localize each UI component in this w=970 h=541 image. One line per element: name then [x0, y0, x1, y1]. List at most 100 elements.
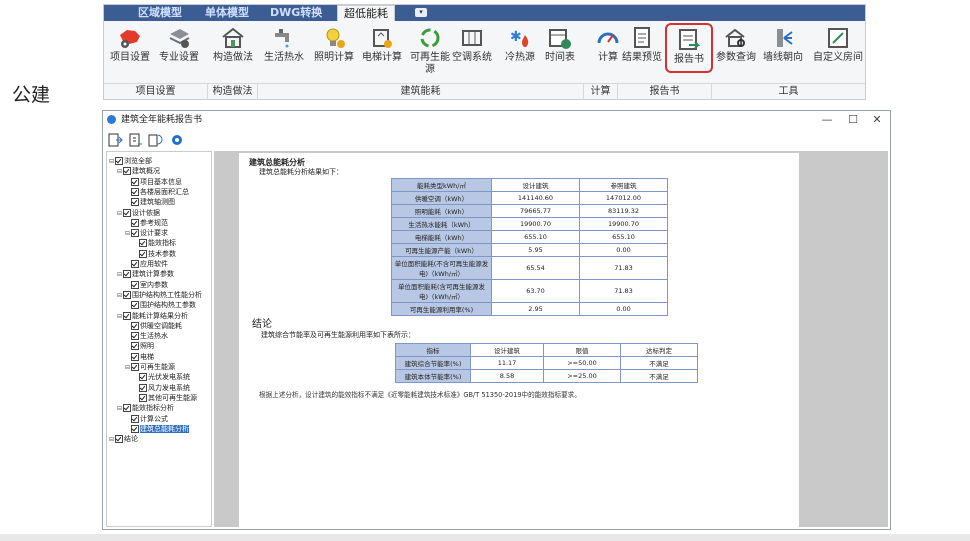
tree-item[interactable]: 风力发电系统 — [133, 383, 190, 393]
tree-item[interactable]: 能效指标 — [133, 238, 176, 248]
report-button[interactable]: 报告书 — [665, 23, 713, 73]
tree-checkbox[interactable] — [139, 373, 147, 382]
tree-item[interactable]: 供暖空调能耗 — [125, 321, 182, 331]
tree-item[interactable]: ⊟ 建筑计算参数 — [117, 269, 174, 279]
tree-checkbox[interactable] — [123, 290, 131, 299]
construction-button[interactable]: 构造做法 — [209, 23, 257, 73]
tree-item[interactable]: 围护结构热工参数 — [125, 300, 196, 310]
tree-checkbox[interactable] — [131, 414, 139, 423]
table-cell: 0.00 — [579, 243, 668, 257]
button-label: 报告书 — [674, 54, 704, 65]
custom-room-button[interactable]: 自定义房间 — [811, 23, 865, 73]
minimize-button[interactable]: — — [816, 111, 838, 129]
tree-item[interactable]: 照明 — [125, 341, 154, 351]
tree-item[interactable]: 室内参数 — [125, 280, 168, 290]
tree-checkbox[interactable] — [131, 342, 139, 351]
tree-checkbox[interactable] — [131, 424, 139, 433]
tab-dwg-convert[interactable]: DWG转换 — [264, 5, 328, 21]
tab-ultra-low-energy[interactable]: 超低能耗 — [337, 5, 395, 21]
ac-system-button[interactable]: 空调系统 — [448, 23, 496, 73]
tree-checkbox[interactable] — [139, 383, 147, 392]
tree-checkbox[interactable] — [139, 393, 147, 402]
renewable-energy-button[interactable]: 可再生能源 — [406, 23, 454, 75]
tree-checkbox[interactable] — [131, 218, 139, 227]
tree-checkbox[interactable] — [131, 229, 139, 238]
tree-item[interactable]: 建筑总能耗分析 — [125, 424, 189, 434]
tree-item[interactable]: 参考规范 — [125, 218, 168, 228]
refresh-report-icon[interactable] — [147, 132, 163, 148]
tree-checkbox[interactable] — [123, 404, 131, 413]
tree-item[interactable]: ⊟ 可再生能源 — [125, 362, 175, 372]
tree-item[interactable]: 项目基本信息 — [125, 177, 182, 187]
wall-direction-button[interactable]: 墙线朝向 — [759, 23, 807, 73]
tree-checkbox[interactable] — [131, 352, 139, 361]
project-settings-button[interactable]: 项目设置 — [106, 23, 154, 73]
tree-item[interactable]: ⊟ 能耗计算结果分析 — [117, 311, 188, 321]
tree-checkbox[interactable] — [115, 435, 123, 444]
tree-checkbox[interactable] — [131, 363, 139, 371]
ribbon-options-icon[interactable]: ▾ — [415, 8, 427, 17]
tree-item[interactable]: 技术参数 — [133, 249, 176, 259]
result-preview-button[interactable]: 结果预览 — [618, 23, 666, 73]
tree-checkbox[interactable] — [131, 321, 139, 330]
tree-item[interactable]: 应用软件 — [125, 259, 168, 269]
tree-item-label: 能效指标分析 — [132, 404, 174, 413]
preview-icon — [634, 27, 650, 48]
tree-checkbox[interactable] — [131, 260, 139, 268]
close-button[interactable]: ✕ — [866, 111, 888, 129]
tree-checkbox[interactable] — [131, 280, 139, 289]
tree-checkbox[interactable] — [131, 301, 139, 310]
tree-item[interactable]: 电梯 — [125, 352, 154, 362]
schedule-button[interactable]: 时间表 — [536, 23, 584, 73]
tree-item-label: 应用软件 — [140, 260, 168, 268]
button-label: 参数查询 — [716, 52, 756, 63]
tree-item-label: 设计要求 — [140, 229, 168, 238]
settings-gear-icon[interactable] — [169, 132, 185, 148]
elevator-button[interactable]: 电梯计算 — [358, 23, 406, 73]
tree-item[interactable]: 计算公式 — [125, 414, 168, 424]
tree-item[interactable]: 建筑轴测图 — [125, 197, 175, 207]
page-horizontal-scrollbar[interactable] — [0, 534, 970, 541]
app-icon — [107, 115, 116, 124]
tree-item[interactable]: ⊟ 设计依据 — [117, 208, 160, 218]
tree-item[interactable]: 光伏发电系统 — [133, 372, 190, 382]
tree-item[interactable]: ⊟ 设计要求 — [125, 228, 168, 238]
tree-item-label: 各楼层面积汇总 — [140, 187, 189, 196]
tree-checkbox[interactable] — [123, 208, 131, 217]
tree-item-label: 项目基本信息 — [140, 177, 182, 186]
tree-item-label: 室内参数 — [140, 280, 168, 289]
hot-water-button[interactable]: 生活热水 — [260, 23, 308, 73]
table-cell: 79665.77 — [491, 204, 580, 218]
window-titlebar: 建筑全年能耗报告书 — ☐ ✕ — [103, 111, 890, 129]
group-report: 报告书 — [618, 84, 712, 100]
tree-checkbox[interactable] — [139, 249, 147, 258]
tree-checkbox[interactable] — [123, 167, 131, 176]
specialty-settings-button[interactable]: 专业设置 — [155, 23, 203, 73]
parameter-query-button[interactable]: 参数查询 — [712, 23, 760, 73]
tree-item-label: 能效指标 — [148, 239, 176, 248]
tree-checkbox[interactable] — [131, 177, 139, 186]
tree-item[interactable]: 其他可再生能源 — [133, 393, 197, 403]
tree-item[interactable]: 生活热水 — [125, 331, 168, 341]
lighting-button[interactable]: 照明计算 — [310, 23, 358, 73]
export-word-icon[interactable] — [107, 132, 123, 148]
tree-checkbox[interactable] — [123, 270, 131, 279]
tree-checkbox[interactable] — [131, 332, 139, 341]
tree-checkbox[interactable] — [139, 239, 147, 248]
tree-item[interactable]: ⊟ 浏览全部 — [109, 156, 152, 166]
tree-checkbox[interactable] — [123, 311, 131, 320]
tree-checkbox[interactable] — [131, 187, 139, 196]
elevator-icon — [373, 29, 392, 48]
tab-area-model[interactable]: 区域模型 — [132, 5, 188, 21]
tree-checkbox[interactable] — [131, 198, 139, 207]
tab-single-model[interactable]: 单体模型 — [199, 5, 255, 21]
tree-item[interactable]: 各楼层面积汇总 — [125, 187, 189, 197]
tree-item[interactable]: ⊟ 建筑概况 — [117, 166, 160, 176]
tree-item[interactable]: ⊟ 结论 — [109, 434, 138, 444]
export-doc-icon[interactable] — [127, 132, 143, 148]
tree-checkbox[interactable] — [115, 157, 123, 165]
button-label: 照明计算 — [314, 52, 354, 63]
tree-item[interactable]: ⊟ 能效指标分析 — [117, 403, 174, 413]
maximize-button[interactable]: ☐ — [842, 111, 864, 129]
tree-item[interactable]: ⊟ 围护结构热工性能分析 — [117, 290, 202, 300]
